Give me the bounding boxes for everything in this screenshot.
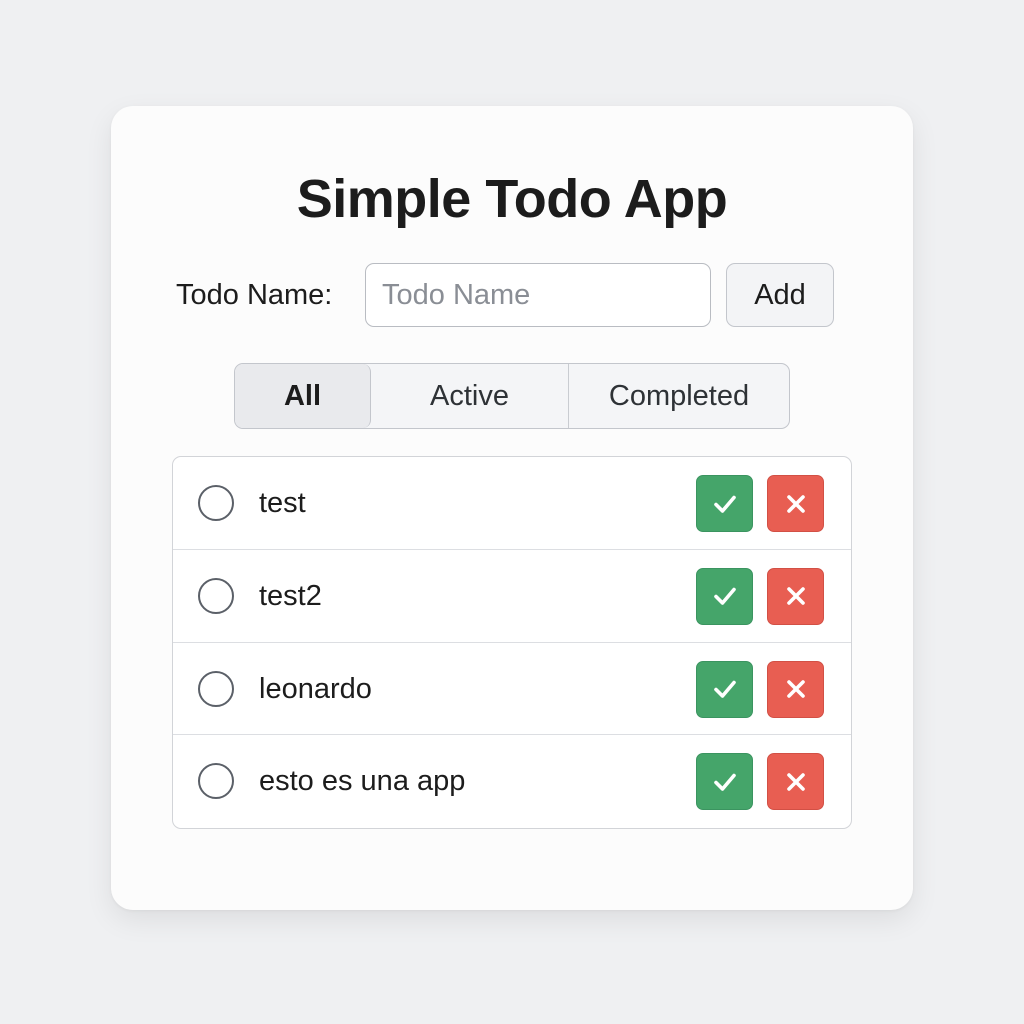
todo-item-text: leonardo (259, 672, 372, 705)
tab-all[interactable]: All (235, 364, 371, 428)
delete-button[interactable] (767, 475, 824, 532)
delete-button[interactable] (767, 753, 824, 811)
delete-button[interactable] (767, 567, 824, 625)
circle-radio-icon[interactable] (198, 485, 234, 521)
todo-list: test test2 leonardo esto es una app (172, 456, 852, 829)
add-button[interactable]: Add (726, 263, 834, 327)
circle-radio-icon[interactable] (198, 670, 234, 707)
page-title: Simple Todo App (296, 169, 728, 229)
complete-button[interactable] (696, 660, 753, 718)
todo-item: test (173, 457, 851, 550)
filter-tabs: All Active Completed (234, 363, 790, 429)
todo-item-text: test2 (259, 579, 322, 612)
todo-item: esto es una app (173, 735, 851, 828)
close-icon (786, 680, 805, 698)
todo-name-label: Todo Name: (176, 279, 333, 311)
check-icon (713, 680, 736, 698)
close-icon (786, 772, 805, 791)
close-icon (786, 494, 805, 513)
todo-item-text: test (259, 487, 306, 519)
close-icon (786, 587, 805, 606)
complete-button[interactable] (696, 753, 753, 811)
check-icon (713, 773, 736, 791)
tab-active[interactable]: Active (371, 364, 569, 428)
todo-item-text: esto es una app (259, 765, 466, 798)
complete-button[interactable] (696, 475, 753, 532)
todo-app-card: Simple Todo App Todo Name: Add All Activ… (111, 106, 913, 910)
circle-radio-icon[interactable] (198, 763, 234, 800)
tab-completed[interactable]: Completed (569, 364, 789, 428)
delete-button[interactable] (767, 660, 824, 718)
check-icon (713, 495, 736, 513)
check-icon (713, 587, 736, 606)
todo-item: test2 (173, 550, 851, 643)
complete-button[interactable] (696, 567, 753, 625)
circle-radio-icon[interactable] (198, 577, 234, 614)
todo-item: leonardo (173, 643, 851, 736)
todo-name-input[interactable] (365, 263, 711, 327)
